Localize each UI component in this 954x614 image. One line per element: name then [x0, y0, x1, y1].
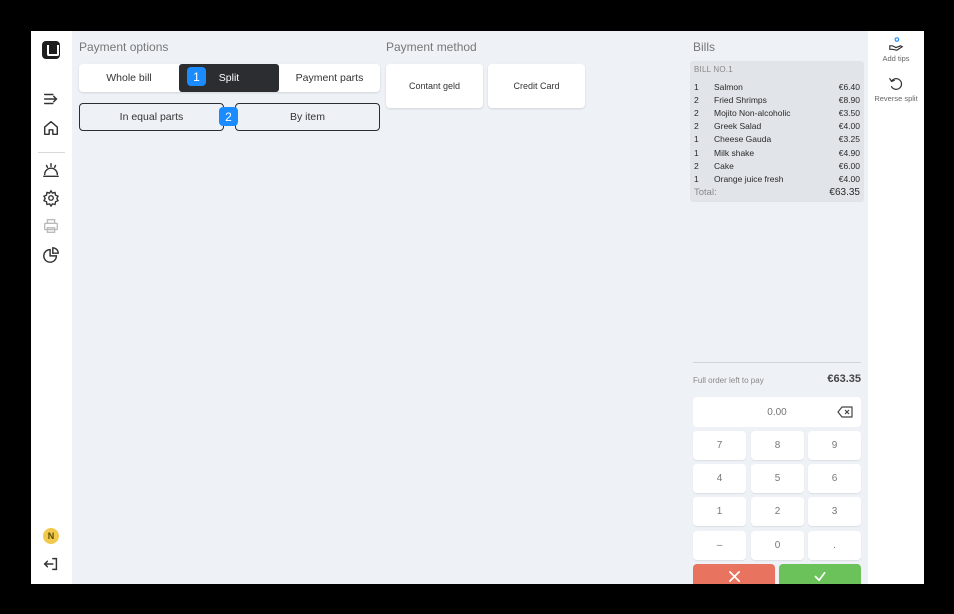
logout-icon[interactable] — [41, 554, 61, 574]
left-to-pay-amount: €63.35 — [827, 373, 861, 385]
bill-card[interactable]: BILL NO.1 1 Salmon €6.40 2 Fried Shrimps €8.… — [690, 61, 864, 202]
keypad-key-2[interactable]: 2 — [751, 497, 804, 526]
bill-item-row: 1 Orange juice fresh €4.00 — [694, 174, 860, 184]
keypad-key-minus[interactable]: – — [693, 531, 746, 560]
backspace-icon[interactable] — [837, 405, 853, 419]
close-icon — [728, 571, 740, 582]
service-bell-icon[interactable] — [41, 160, 61, 180]
payment-parts-button[interactable]: Payment parts — [279, 64, 380, 92]
add-tips-label: Add tips — [882, 54, 910, 63]
payment-options-segmented-control: Whole bill Split Payment parts — [79, 64, 380, 92]
bill-item-row: 2 Fried Shrimps €8.90 — [694, 95, 860, 105]
step-badge-1: 1 — [187, 67, 206, 86]
keypad-key-1[interactable]: 1 — [693, 497, 746, 526]
app-logo-icon — [42, 41, 60, 59]
left-sidebar: N — [31, 31, 72, 584]
keypad-key-0[interactable]: 0 — [751, 531, 804, 560]
by-item-button[interactable]: By item — [235, 103, 380, 131]
confirm-button[interactable] — [779, 564, 861, 584]
keypad-key-9[interactable]: 9 — [808, 431, 861, 460]
keypad-key-3[interactable]: 3 — [808, 497, 861, 526]
expand-menu-icon[interactable] — [41, 89, 61, 109]
bill-item-row: 2 Cake €6.00 — [694, 161, 860, 171]
payment-method-title: Payment method — [386, 40, 477, 54]
undo-icon — [889, 78, 903, 90]
in-equal-parts-button[interactable]: In equal parts — [79, 103, 224, 131]
cash-method-button[interactable]: Contant geld — [386, 64, 483, 108]
add-tips-action[interactable]: Add tips — [868, 36, 924, 63]
bill-item-row: 2 Greek Salad €4.00 — [694, 121, 860, 131]
credit-card-method-button[interactable]: Credit Card — [488, 64, 585, 108]
amount-input[interactable] — [693, 397, 861, 427]
keypad-key-8[interactable]: 8 — [751, 431, 804, 460]
step-badge-2: 2 — [219, 107, 238, 126]
keypad-key-6[interactable]: 6 — [808, 464, 861, 493]
bills-title: Bills — [693, 40, 716, 54]
bill-item-row: 2 Mojito Non-alcoholic €3.50 — [694, 108, 860, 118]
settings-gear-icon[interactable] — [41, 188, 61, 208]
bill-total: Total: €63.35 — [694, 187, 860, 198]
bill-item-row: 1 Milk shake €4.90 — [694, 148, 860, 158]
printer-icon[interactable] — [41, 216, 61, 236]
whole-bill-button[interactable]: Whole bill — [79, 64, 179, 92]
bill-item-row: 1 Salmon €6.40 — [694, 82, 860, 92]
checkmark-icon — [814, 571, 826, 582]
left-to-pay-label: Full order left to pay — [693, 376, 764, 385]
bill-item-row: 1 Cheese Gauda €3.25 — [694, 134, 860, 144]
home-icon[interactable] — [41, 118, 61, 138]
device-frame: N Payment options Whole bill Split Payme… — [0, 0, 954, 614]
reports-pie-chart-icon[interactable] — [41, 245, 61, 265]
keypad-key-decimal[interactable]: . — [808, 531, 861, 560]
reverse-split-label: Reverse split — [874, 94, 918, 103]
keypad-key-5[interactable]: 5 — [751, 464, 804, 493]
user-avatar[interactable]: N — [43, 528, 59, 544]
right-action-panel: Add tips Reverse split — [868, 31, 924, 584]
screen: N Payment options Whole bill Split Payme… — [31, 31, 924, 584]
bill-total-value: €63.35 — [829, 187, 860, 198]
payment-options-title: Payment options — [79, 40, 169, 54]
keypad-key-4[interactable]: 4 — [693, 464, 746, 493]
cancel-button[interactable] — [693, 564, 775, 584]
tip-hand-coin-icon — [889, 37, 904, 51]
reverse-split-action[interactable]: Reverse split — [868, 76, 924, 103]
bill-number: BILL NO.1 — [694, 65, 733, 74]
summary-divider — [693, 362, 861, 363]
bill-total-label: Total: — [694, 187, 717, 198]
keypad-key-7[interactable]: 7 — [693, 431, 746, 460]
sidebar-separator — [38, 152, 65, 153]
